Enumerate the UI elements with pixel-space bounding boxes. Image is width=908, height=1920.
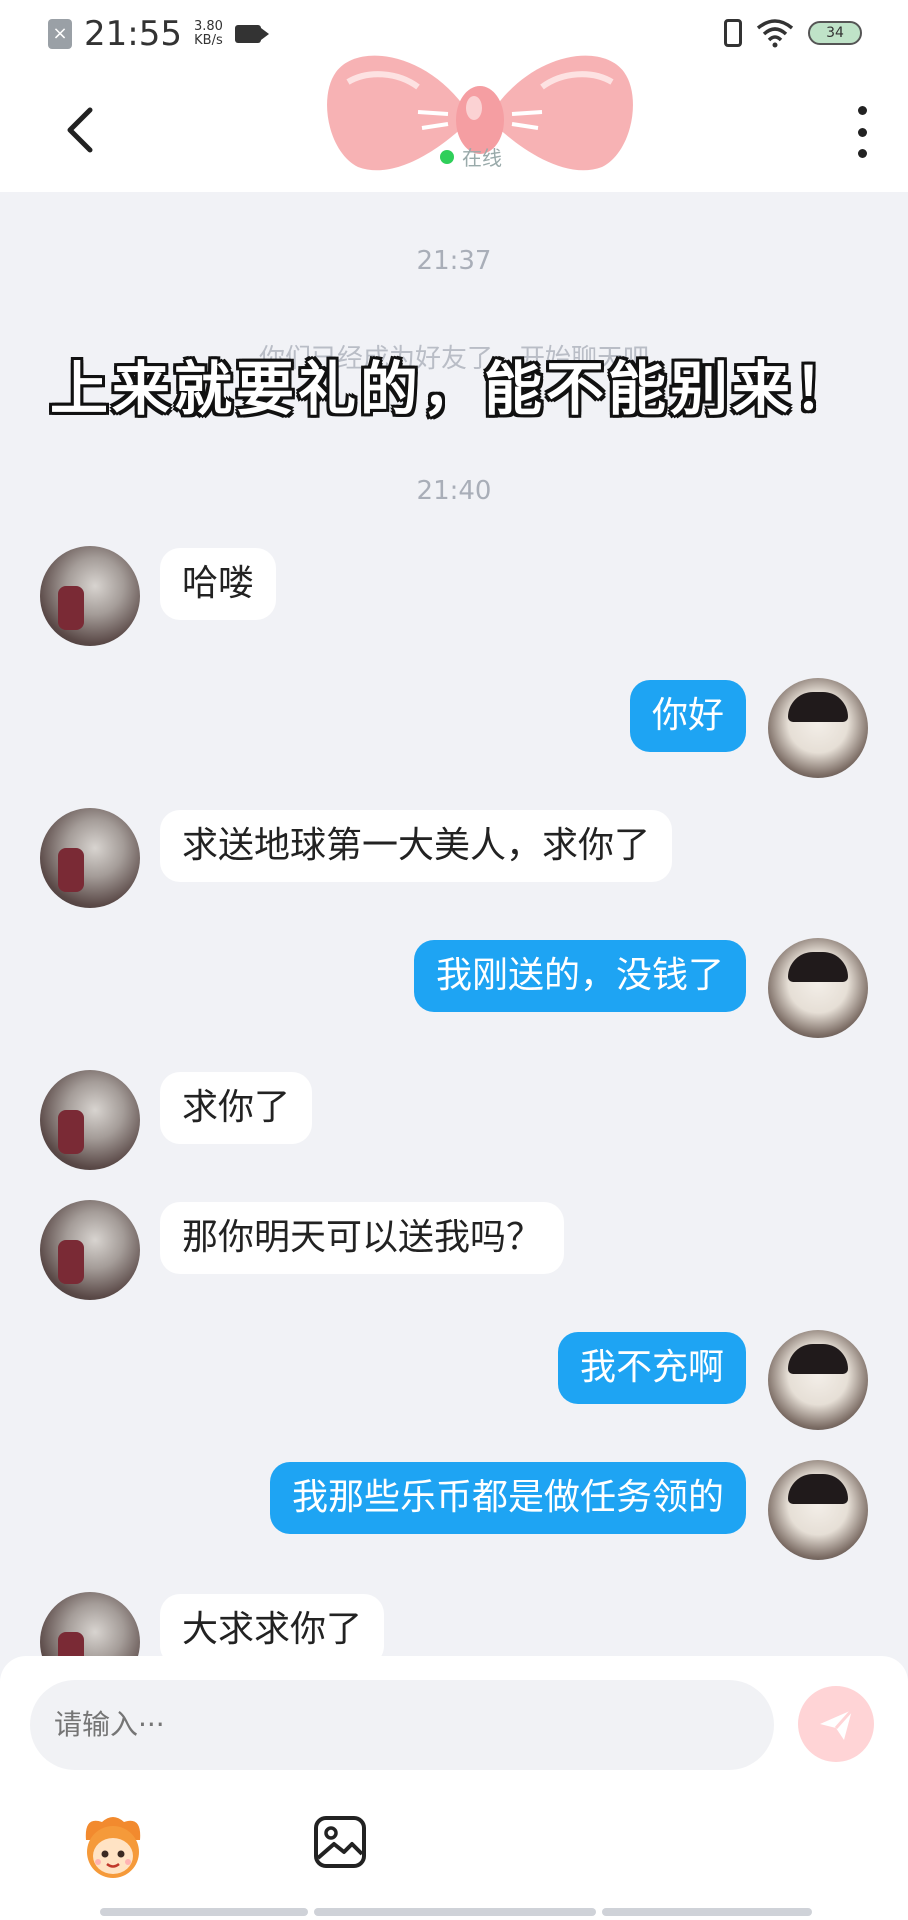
contact-avatar[interactable] [40,1070,140,1170]
message-row-sent: 我那些乐币都是做任务领的 [0,1460,908,1570]
send-button[interactable] [798,1686,874,1762]
message-row-received: 哈喽 [0,546,908,656]
my-avatar[interactable] [768,938,868,1038]
online-status-label: 在线 [462,146,502,170]
sent-message-bubble[interactable]: 我刚送的，没钱了 [413,940,746,1012]
my-avatar[interactable] [768,678,868,778]
message-input[interactable] [30,1680,774,1770]
message-timestamp: 21:37 [416,246,492,276]
received-message-bubble[interactable]: 哈喽 [160,548,277,620]
sent-message-bubble[interactable]: 你好 [629,680,746,752]
received-message-bubble[interactable]: 求你了 [160,1072,313,1144]
image-icon[interactable] [312,1814,368,1870]
send-icon [820,1709,854,1740]
status-bar-left: × 21:55 3.80 KB/s [48,14,269,54]
sent-message-bubble[interactable]: 我那些乐币都是做任务领的 [269,1462,746,1534]
nav-bar-segment [100,1908,308,1916]
my-avatar[interactable] [768,1460,868,1560]
status-time: 21:55 [84,14,182,54]
message-row-received: 求你了 [0,1070,908,1180]
message-row-received: 求送地球第一大美人，求你了 [0,808,908,918]
notification-close-icon: × [48,19,72,49]
more-options-icon[interactable] [852,106,872,158]
message-row-sent: 我不充啊 [0,1330,908,1440]
battery-icon: 34 [808,21,862,45]
received-message-bubble[interactable]: 求送地球第一大美人，求你了 [160,810,673,882]
nav-bar-segment [314,1908,596,1916]
contact-avatar[interactable] [40,546,140,646]
message-row-received: 那你明天可以送我吗？ [0,1200,908,1310]
input-panel [0,1656,908,1920]
message-timestamp: 21:40 [416,476,492,506]
message-row-sent: 我刚送的，没钱了 [0,938,908,1048]
online-status: 在线 [440,142,502,171]
online-dot [440,149,454,164]
contact-avatar[interactable] [40,1592,140,1658]
sent-message-bubble[interactable]: 我不充啊 [557,1332,746,1404]
network-speed-value: 3.80 [193,19,223,34]
mascot-icon[interactable] [76,1810,150,1884]
video-caption-overlay: 上来就要礼的，能不能别来！ [50,355,857,423]
network-speed-unit: KB/s [194,33,223,48]
wifi-icon [756,19,794,48]
received-message-bubble[interactable]: 那你明天可以送我吗？ [160,1202,565,1274]
network-speed: 3.80 KB/s [194,20,223,48]
message-row-received: 大求求你了 [0,1592,908,1658]
status-bar-right: 34 [724,18,862,48]
chat-header: 在线 [0,55,908,192]
contact-avatar[interactable] [40,808,140,908]
chat-message-list[interactable]: 21:37 你们已经成为好友了，开始聊天吧 上来就要礼的，能不能别来！ 21:4… [0,192,908,1658]
nav-bar-segment [602,1908,812,1916]
vibrate-icon [724,19,742,47]
received-message-bubble[interactable]: 大求求你了 [160,1594,385,1658]
my-avatar[interactable] [768,1330,868,1430]
video-camera-icon [234,25,269,43]
back-arrow-icon[interactable] [56,100,106,160]
message-row-sent: 你好 [0,678,908,788]
contact-avatar[interactable] [40,1200,140,1300]
